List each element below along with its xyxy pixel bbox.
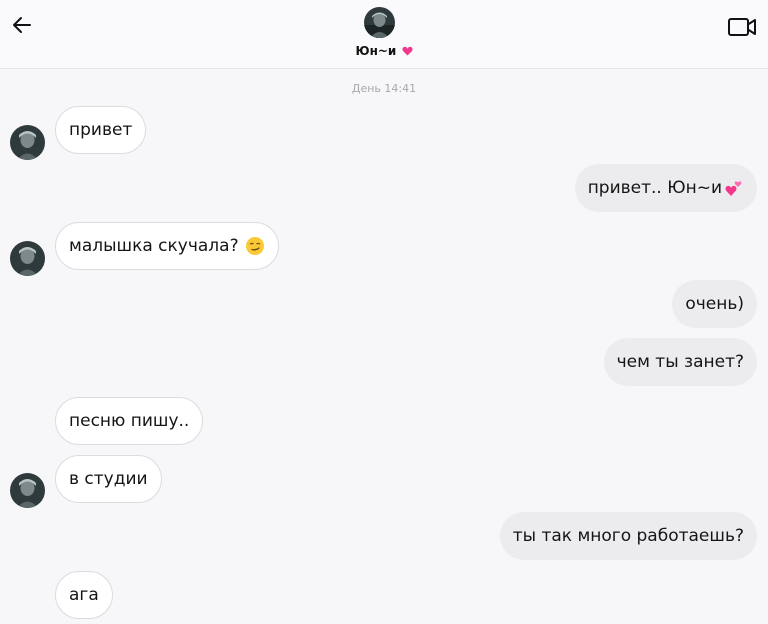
message-text: песню пишу..	[69, 411, 190, 431]
message-bubble-outgoing[interactable]: ты так много работаешь?	[499, 512, 757, 560]
message-text: ага	[69, 585, 99, 605]
back-arrow-icon[interactable]	[10, 12, 36, 38]
sender-avatar[interactable]	[10, 473, 45, 508]
message-bubble-outgoing[interactable]: привет.. Юн~и	[574, 164, 757, 212]
message-text: ты так много работаешь?	[512, 526, 744, 546]
message-bubble-incoming[interactable]: малышка скучала?	[55, 222, 279, 270]
message-bubble-outgoing[interactable]: чем ты занет?	[603, 338, 757, 386]
message-bubble-incoming[interactable]: ага	[55, 571, 113, 619]
message-text: в студии	[69, 469, 148, 489]
pink-heart-icon	[402, 46, 413, 56]
sender-avatar[interactable]	[10, 241, 45, 276]
contact-avatar[interactable]	[364, 7, 395, 38]
contact-name-text: Юн~и	[355, 44, 397, 58]
message-bubble-outgoing[interactable]: очень)	[672, 280, 757, 328]
message-bubble-incoming[interactable]: в студии	[55, 455, 162, 503]
message-bubble-incoming[interactable]: привет	[55, 106, 147, 154]
video-call-icon[interactable]	[727, 16, 757, 38]
message-text: малышка скучала?	[69, 236, 239, 256]
smirk-face-icon	[245, 237, 264, 255]
message-bubble-incoming[interactable]: песню пишу..	[55, 397, 204, 445]
contact-name[interactable]: Юн~и	[0, 44, 768, 58]
message-text: очень)	[685, 294, 744, 314]
message-text: привет	[69, 120, 133, 140]
conversation-timestamp: День 14:41	[351, 82, 417, 95]
chat-header: Юн~и	[0, 0, 768, 69]
message-text: чем ты занет?	[616, 352, 744, 372]
message-text: привет.. Юн~и	[587, 178, 722, 198]
sender-avatar[interactable]	[10, 125, 45, 160]
two-hearts-icon	[725, 181, 742, 196]
